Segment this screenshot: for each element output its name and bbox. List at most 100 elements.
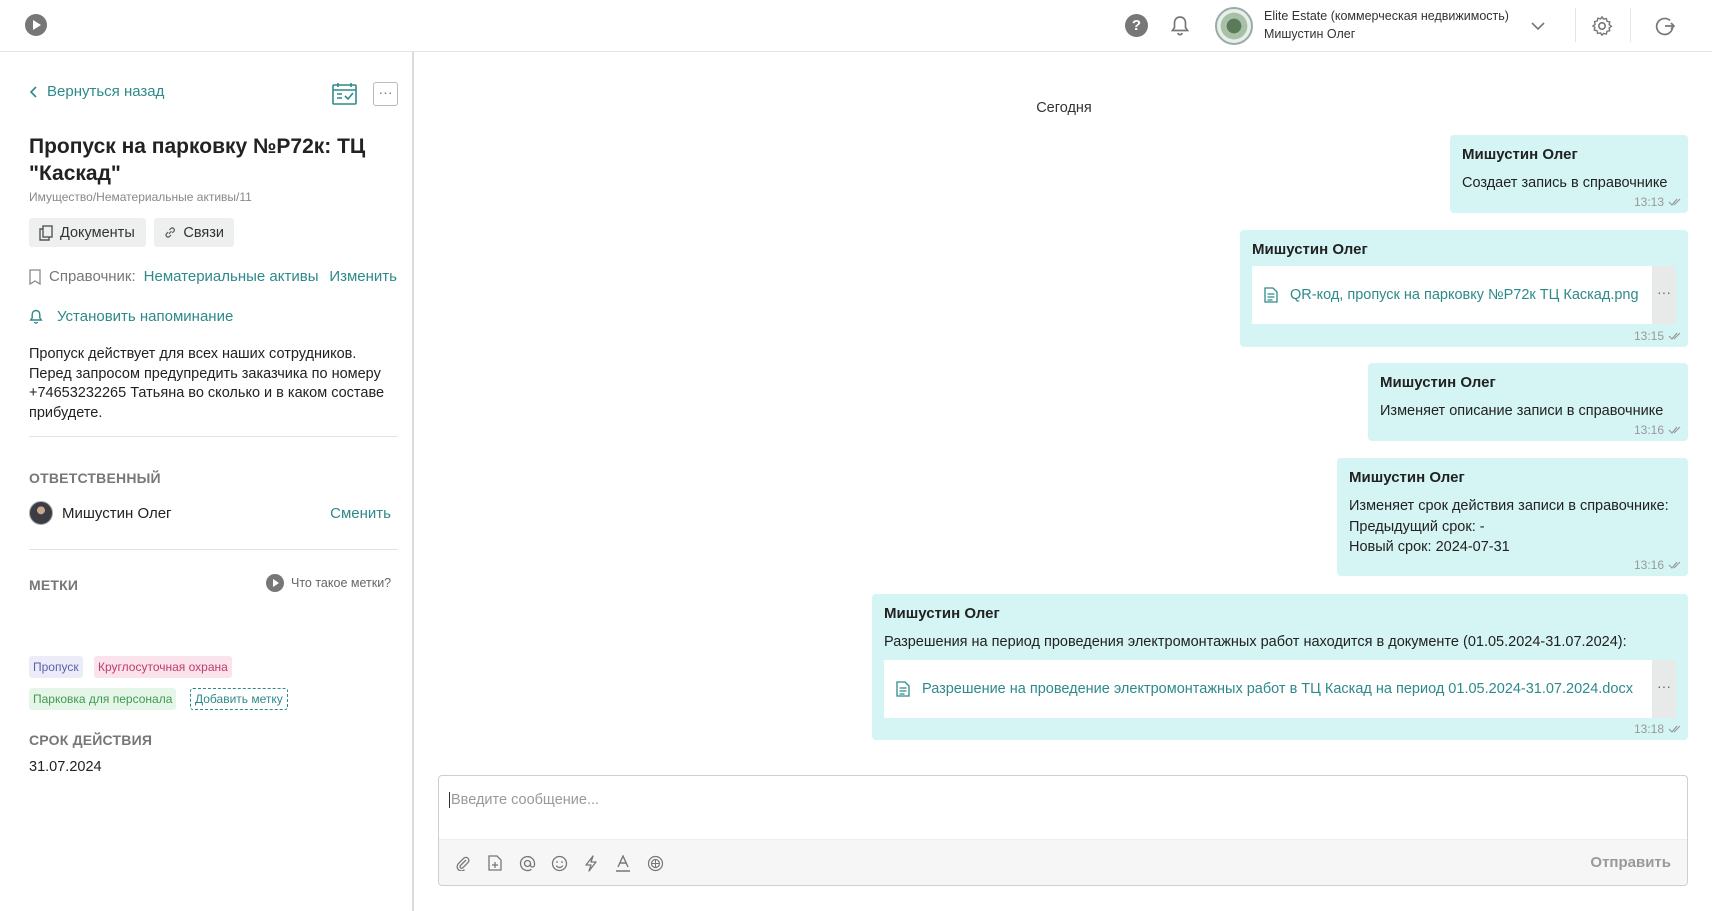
org-avatar[interactable] [1215, 7, 1253, 45]
message-line: Предыдущий срок: - [1349, 518, 1485, 535]
tags-title: МЕТКИ [29, 577, 79, 593]
header-user-name: Мишустин Олег [1264, 27, 1356, 41]
more-menu-button[interactable]: ··· [373, 82, 398, 106]
mention-icon[interactable] [517, 853, 537, 873]
tag-security[interactable]: Круглосуточная охрана [94, 656, 232, 678]
lightning-icon[interactable] [581, 853, 601, 873]
add-tag-button[interactable]: Добавить метку [190, 688, 288, 710]
file-menu-button[interactable]: ··· [1652, 659, 1676, 718]
chevron-down-icon[interactable] [1526, 14, 1550, 38]
message-time-label: 13:18 [1633, 722, 1664, 736]
file-name: QR-код, пропуск на парковку №Р72к ТЦ Кас… [1290, 287, 1639, 303]
double-check-icon [1668, 561, 1681, 569]
double-check-icon [1668, 426, 1681, 434]
avatar [29, 501, 53, 525]
responsible-row: Мишустин Олег Сменить [29, 500, 399, 526]
file-attachment[interactable]: QR-код, пропуск на парковку №Р72к ТЦ Кас… [1252, 266, 1676, 324]
chat-message: Мишустин Олег Разрешения на период прове… [872, 594, 1688, 740]
links-button[interactable]: Связи [154, 218, 234, 247]
change-responsible-link[interactable]: Сменить [330, 505, 391, 522]
add-document-icon[interactable] [485, 853, 505, 873]
message-time: 13:18 [1634, 722, 1682, 736]
chevron-left-icon [29, 85, 37, 98]
double-check-icon [1668, 198, 1681, 206]
calendar-check-icon[interactable] [332, 82, 357, 110]
what-are-tags-link[interactable]: Что такое метки? [266, 574, 391, 592]
play-logo-icon[interactable] [25, 14, 47, 36]
message-input[interactable]: Введите сообщение... [449, 792, 599, 808]
validity-date: 31.07.2024 [29, 759, 102, 775]
message-line: Новый срок: 2024-07-31 [1349, 539, 1510, 555]
document-icon [896, 680, 910, 697]
document-icon [1264, 287, 1278, 303]
tag-staff-parking[interactable]: Парковка для персонала [29, 688, 177, 710]
documents-label: Документы [60, 224, 135, 241]
documents-icon [39, 224, 53, 241]
text-format-icon[interactable] [613, 853, 633, 873]
reminder-label: Установить напоминание [57, 308, 234, 325]
gear-icon[interactable] [1590, 14, 1614, 38]
divider [29, 549, 398, 550]
responsible-title: ОТВЕТСТВЕННЫЙ [29, 470, 161, 486]
bookmark-icon [29, 268, 41, 285]
help-icon[interactable]: ? [1125, 14, 1148, 37]
record-path: Имущество/Нематериальные активы/11 [29, 190, 252, 204]
directory-prefix: Справочник: [49, 268, 136, 285]
message-time-label: 13:15 [1633, 329, 1664, 343]
emoji-icon[interactable] [549, 853, 569, 873]
org-name: Elite Estate (коммерческая недвижимость) [1264, 9, 1509, 23]
chat-message: Мишустин Олег Изменяет срок действия зап… [1337, 458, 1688, 576]
file-name: Разрешение на проведение электромонтажны… [922, 680, 1633, 697]
back-link[interactable]: Вернуться назад [29, 83, 164, 100]
chat-message: Мишустин Олег Создает запись в справочни… [1450, 135, 1688, 213]
message-time: 13:15 [1634, 329, 1682, 343]
directory-link[interactable]: Нематериальные активы [144, 268, 319, 285]
message-text: Разрешения на период проведения электром… [884, 634, 1627, 650]
chat-message: Мишустин Олег QR-код, пропуск на парковк… [1240, 230, 1688, 347]
directory-row: Справочник: Нематериальные активы Измени… [29, 268, 397, 285]
message-author: Мишустин Олег [1252, 241, 1368, 258]
message-time: 13:16 [1634, 558, 1682, 572]
message-author: Мишустин Олег [1380, 374, 1496, 391]
message-composer[interactable]: Введите сообщение... Отправить [438, 775, 1688, 886]
bell-icon[interactable] [1168, 14, 1192, 38]
double-check-icon [1668, 332, 1681, 340]
validity-title: СРОК ДЕЙСТВИЯ [29, 732, 153, 748]
change-directory-link[interactable]: Изменить [329, 268, 397, 285]
tag-pass[interactable]: Пропуск [29, 656, 83, 678]
message-author: Мишустин Олег [884, 605, 1000, 622]
responsible-name: Мишустин Олег [62, 504, 172, 522]
message-text: Создает запись в справочнике [1462, 175, 1668, 191]
message-line: Изменяет срок действия записи в справочн… [1349, 498, 1669, 514]
attach-icon[interactable] [453, 853, 473, 873]
back-label: Вернуться назад [47, 83, 165, 100]
message-text: Изменяет описание записи в справочнике [1380, 403, 1664, 419]
file-menu-button[interactable]: ··· [1652, 266, 1676, 324]
message-time-label: 13:13 [1633, 195, 1664, 209]
send-button[interactable]: Отправить [1590, 854, 1671, 871]
divider [1630, 8, 1631, 42]
top-bar: ? Elite Estate (коммерческая недвижимост… [0, 0, 1712, 52]
file-attachment[interactable]: Разрешение на проведение электромонтажны… [884, 659, 1676, 718]
logout-icon[interactable] [1653, 14, 1677, 38]
bell-icon [29, 309, 43, 324]
composer-toolbar: Отправить [439, 839, 1687, 885]
divider [29, 436, 398, 437]
message-author: Мишустин Олег [1462, 146, 1578, 163]
what-are-tags-label: Что такое метки? [291, 576, 392, 590]
day-separator: Сегодня [1036, 100, 1092, 116]
links-label: Связи [183, 224, 224, 241]
message-time-label: 13:16 [1633, 423, 1664, 437]
link-icon [165, 227, 175, 238]
play-icon [266, 574, 284, 592]
message-time: 13:13 [1634, 195, 1682, 209]
documents-button[interactable]: Документы [29, 218, 146, 247]
divider [1575, 8, 1576, 42]
record-details-panel: Вернуться назад ··· Пропуск на парковку … [0, 52, 414, 911]
account-switcher[interactable]: Elite Estate (коммерческая недвижимость)… [1264, 7, 1509, 43]
message-time-label: 13:16 [1633, 558, 1664, 572]
record-description: Пропуск действует для всех наших сотрудн… [29, 346, 385, 421]
set-reminder-link[interactable]: Установить напоминание [29, 308, 233, 325]
chat-message: Мишустин Олег Изменяет описание записи в… [1368, 363, 1688, 441]
ai-assistant-icon[interactable] [645, 853, 665, 873]
